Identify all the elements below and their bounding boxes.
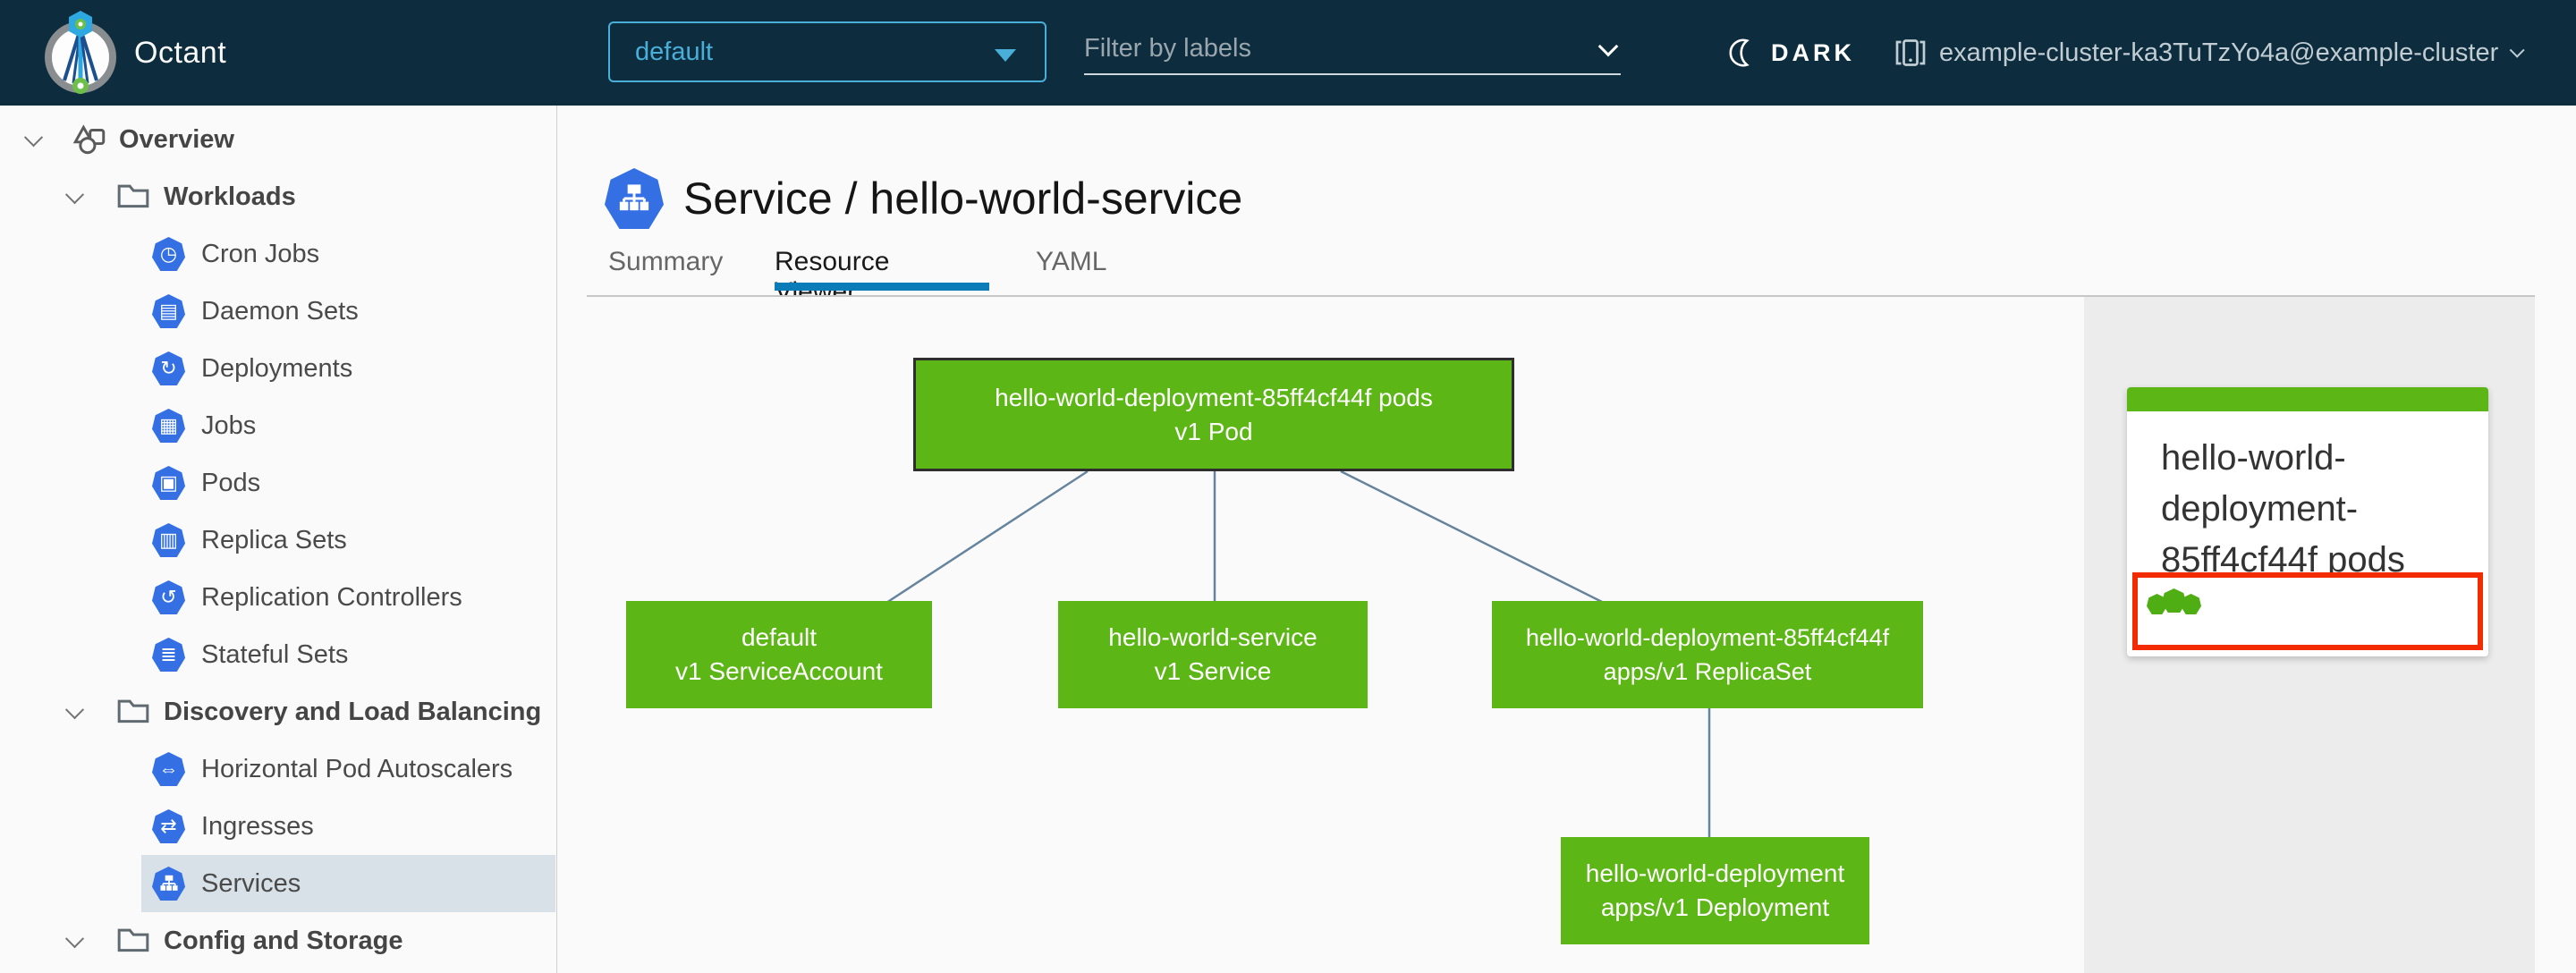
cron-jobs-icon: ◷ (152, 237, 185, 271)
graph-node-deployment[interactable]: hello-world-deployment apps/v1 Deploymen… (1561, 837, 1869, 944)
folder-icon (115, 693, 153, 731)
tab-yaml[interactable]: YAML (1036, 247, 1106, 277)
pod-summary-card[interactable]: hello-world-deployment-85ff4cf44f pods (2127, 387, 2488, 656)
chevron-down-icon (64, 699, 85, 719)
sidebar-item-workloads[interactable]: Workloads (0, 168, 556, 225)
dropdown-caret-icon (995, 49, 1016, 62)
navigation-sidebar: Overview Workloads ◷ Cron Jobs ▤ Daemon … (0, 106, 557, 973)
tab-summary[interactable]: Summary (608, 247, 723, 277)
active-tab-underline (775, 283, 989, 291)
resource-graph: hello-world-deployment-85ff4cf44f pods v… (558, 297, 2084, 973)
sidebar-item-stateful-sets[interactable]: ≣ Stateful Sets (141, 626, 555, 683)
octant-app: Octant default Filter by labels DARK exa… (0, 0, 2576, 973)
selected-node-detail-panel: hello-world-deployment-85ff4cf44f pods (2084, 297, 2535, 973)
replica-sets-icon: ▥ (152, 523, 185, 557)
folder-icon (115, 178, 153, 216)
graph-node-service[interactable]: hello-world-service v1 Service (1058, 601, 1368, 708)
pods-icon: ▣ (152, 466, 185, 500)
jobs-icon: ▦ (152, 409, 185, 443)
cluster-context-label: example-cluster-ka3TuTzYo4a@example-clus… (1939, 38, 2499, 67)
sidebar-item-cron-jobs[interactable]: ◷ Cron Jobs (141, 225, 555, 283)
namespace-dropdown[interactable]: default (608, 21, 1046, 82)
sidebar-item-services[interactable]: Services (141, 855, 555, 912)
graph-node-pod[interactable]: hello-world-deployment-85ff4cf44f pods v… (913, 358, 1514, 471)
page-header: Service / hello-world-service (605, 168, 1242, 229)
card-status-bar (2127, 387, 2488, 411)
graph-edge (1340, 470, 1605, 605)
graph-edge (886, 470, 1089, 605)
sidebar-item-jobs[interactable]: ▦ Jobs (141, 397, 555, 454)
services-icon (152, 867, 185, 901)
cluster-context-switcher[interactable]: example-cluster-ka3TuTzYo4a@example-clus… (1894, 0, 2525, 106)
objects-icon (71, 121, 108, 158)
page-title: Service / hello-world-service (683, 173, 1243, 224)
card-title: hello-world-deployment-85ff4cf44f pods (2161, 438, 2405, 580)
sidebar-item-overview[interactable]: Overview (0, 111, 556, 168)
pod-icon (2162, 588, 2186, 613)
chevron-down-icon (64, 928, 85, 948)
sidebar-item-deployments[interactable]: ↻ Deployments (141, 340, 555, 397)
dark-toggle-label: DARK (1771, 38, 1855, 66)
sidebar-item-config-and-storage[interactable]: Config and Storage (0, 912, 556, 969)
graph-node-replicaset[interactable]: hello-world-deployment-85ff4cf44f apps/v… (1492, 601, 1923, 708)
sidebar-item-pods[interactable]: ▣ Pods (141, 454, 555, 512)
sidebar-item-horizontal-pod-autoscalers[interactable]: ⇔ Horizontal Pod Autoscalers (141, 740, 555, 798)
namespace-dropdown-value: default (635, 37, 714, 66)
filter-placeholder: Filter by labels (1084, 33, 1251, 63)
sidebar-item-daemon-sets[interactable]: ▤ Daemon Sets (141, 283, 555, 340)
folder-icon (115, 922, 153, 960)
cluster-icon (1894, 37, 1927, 69)
deployments-icon: ↻ (152, 351, 185, 385)
sidebar-item-discovery-and-load-balancing[interactable]: Discovery and Load Balancing (0, 683, 556, 740)
main-content: Service / hello-world-service Summary Re… (558, 106, 2576, 973)
stateful-sets-icon: ≣ (152, 638, 185, 672)
daemon-sets-icon: ▤ (152, 294, 185, 328)
graph-node-serviceaccount[interactable]: default v1 ServiceAccount (626, 601, 932, 708)
octant-logo-icon (39, 9, 122, 97)
moon-icon (1726, 37, 1758, 69)
sidebar-item-replication-controllers[interactable]: ↺ Replication Controllers (141, 569, 555, 626)
service-resource-icon (605, 168, 664, 229)
replication-controllers-icon: ↺ (152, 580, 185, 614)
sidebar-item-ingresses[interactable]: ⇄ Ingresses (141, 798, 555, 855)
dark-theme-toggle[interactable]: DARK (1726, 0, 1855, 106)
hpa-icon: ⇔ (152, 752, 185, 786)
app-title: Octant (134, 35, 227, 70)
sidebar-item-replica-sets[interactable]: ▥ Replica Sets (141, 512, 555, 569)
pod-status-highlight-box[interactable] (2132, 572, 2483, 650)
chevron-down-icon (1597, 36, 1619, 57)
ingresses-icon: ⇄ (152, 809, 185, 843)
chevron-down-icon (23, 127, 44, 147)
chevron-down-icon (64, 184, 85, 204)
chevron-down-icon (2509, 42, 2525, 58)
filter-by-labels-input[interactable]: Filter by labels (1084, 23, 1621, 75)
top-header-bar: Octant default Filter by labels DARK exa… (0, 0, 2576, 106)
